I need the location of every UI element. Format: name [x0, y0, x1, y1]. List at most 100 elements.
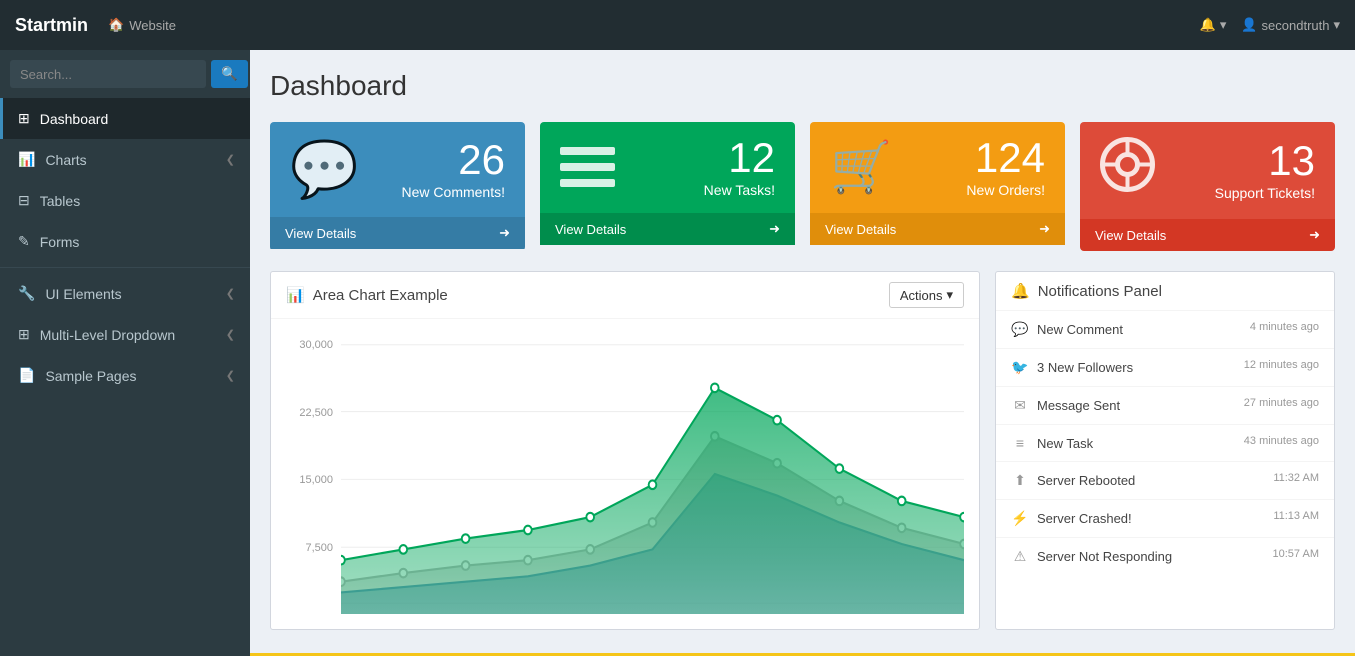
- card-top: 12 New Tasks!: [540, 122, 795, 213]
- notif-time: 27 minutes ago: [1244, 397, 1319, 409]
- orders-icon: 🛒: [830, 138, 892, 197]
- sidebar-item-label: Tables: [40, 193, 80, 209]
- view-details-label: View Details: [825, 222, 896, 237]
- tickets-icon: [1100, 137, 1155, 204]
- card-label: New Comments!: [402, 184, 505, 200]
- search-button[interactable]: 🔍: [211, 60, 248, 88]
- arrow-icon: ➜: [499, 225, 510, 241]
- actions-button[interactable]: Actions ▾: [889, 282, 964, 308]
- card-footer-comments[interactable]: View Details ➜: [270, 217, 525, 249]
- notif-text: Message Sent: [1037, 398, 1120, 413]
- card-label: Support Tickets!: [1215, 185, 1315, 201]
- card-top: 💬 26 New Comments!: [270, 122, 525, 217]
- notifications-bell-button[interactable]: 🔔 ▾: [1200, 17, 1227, 33]
- notif-item: ⚡ Server Crashed! 11:13 AM: [996, 500, 1334, 538]
- notifications-bell-icon: 🔔: [1011, 282, 1030, 300]
- topnav: Startmin 🏠 Website 🔔 ▾ 👤 secondtruth ▾: [0, 0, 1355, 50]
- notif-item: ⬆ Server Rebooted 11:32 AM: [996, 462, 1334, 500]
- comment-icon: 💬: [1011, 321, 1029, 338]
- chevron-icon: ❮: [226, 287, 235, 300]
- sidebar-item-label: UI Elements: [45, 286, 121, 302]
- sidebar-item-multilevel[interactable]: ⊞ Multi-Level Dropdown ❮: [0, 314, 250, 355]
- sidebar-item-label: Forms: [40, 234, 80, 250]
- notif-time: 10:57 AM: [1273, 548, 1319, 560]
- card-number: 124: [966, 137, 1045, 179]
- chevron-icon: ❮: [226, 328, 235, 341]
- stat-card-tasks: 12 New Tasks! View Details ➜: [540, 122, 795, 251]
- website-link[interactable]: 🏠 Website: [108, 17, 176, 33]
- notif-time: 4 minutes ago: [1250, 321, 1319, 333]
- sample-pages-icon: 📄: [18, 367, 35, 384]
- stat-card-comments: 💬 26 New Comments! View Details ➜: [270, 122, 525, 251]
- notif-text: Server Rebooted: [1037, 473, 1135, 488]
- view-details-label: View Details: [555, 222, 626, 237]
- sidebar-item-forms[interactable]: ✎ Forms: [0, 221, 250, 262]
- notif-item: ✉ Message Sent 27 minutes ago: [996, 387, 1334, 425]
- card-top: 🛒 124 New Orders!: [810, 122, 1065, 213]
- notifications-list: 💬 New Comment 4 minutes ago 🐦 3 New Foll…: [996, 311, 1334, 575]
- sidebar-item-charts[interactable]: 📊 Charts ❮: [0, 139, 250, 180]
- bell-icon: 🔔: [1200, 17, 1216, 33]
- chart-title: 📊 Area Chart Example: [286, 286, 448, 304]
- upload-icon: ⬆: [1011, 472, 1029, 489]
- warning-icon: ⚠: [1011, 548, 1029, 565]
- view-details-label: View Details: [1095, 228, 1166, 243]
- notif-item: ⚠ Server Not Responding 10:57 AM: [996, 538, 1334, 575]
- notifications-title: 🔔 Notifications Panel: [1011, 282, 1162, 300]
- sidebar-item-label: Dashboard: [40, 111, 109, 127]
- sidebar-item-dashboard[interactable]: ⊞ Dashboard: [0, 98, 250, 139]
- card-footer-orders[interactable]: View Details ➜: [810, 213, 1065, 245]
- page-title: Dashboard: [270, 70, 1335, 102]
- layout: 🔍 ⊞ Dashboard 📊 Charts ❮ ⊟ Tables ✎: [0, 50, 1355, 653]
- notif-time: 43 minutes ago: [1244, 435, 1319, 447]
- sidebar-divider: [0, 267, 250, 268]
- stat-cards: 💬 26 New Comments! View Details ➜: [270, 122, 1335, 251]
- card-info: 124 New Orders!: [966, 137, 1045, 198]
- sidebar-search: 🔍: [0, 50, 250, 98]
- bottom-section: 📊 Area Chart Example Actions ▾ 30,000 22…: [270, 271, 1335, 630]
- multilevel-icon: ⊞: [18, 326, 30, 343]
- card-footer-tasks[interactable]: View Details ➜: [540, 213, 795, 245]
- notif-text: New Comment: [1037, 322, 1123, 337]
- notif-time: 12 minutes ago: [1244, 359, 1319, 371]
- sidebar-item-label: Charts: [45, 152, 86, 168]
- main-content: Dashboard 💬 26 New Comments! View Detail…: [250, 50, 1355, 653]
- notif-item: 🐦 3 New Followers 12 minutes ago: [996, 349, 1334, 387]
- chart-yaxis: 30,000 22,500 15,000 7,500: [286, 334, 341, 614]
- sidebar-item-ui-elements[interactable]: 🔧 UI Elements ❮: [0, 273, 250, 314]
- tasks-icon: [560, 143, 615, 193]
- arrow-icon: ➜: [769, 221, 780, 237]
- chart-body: 30,000 22,500 15,000 7,500: [271, 319, 979, 629]
- notif-item: 💬 New Comment 4 minutes ago: [996, 311, 1334, 349]
- lightning-icon: ⚡: [1011, 510, 1029, 527]
- sidebar-item-label: Multi-Level Dropdown: [40, 327, 175, 343]
- envelope-icon: ✉: [1011, 397, 1029, 414]
- sidebar-item-sample-pages[interactable]: 📄 Sample Pages ❮: [0, 355, 250, 396]
- charts-icon: 📊: [18, 151, 35, 168]
- sidebar: 🔍 ⊞ Dashboard 📊 Charts ❮ ⊟ Tables ✎: [0, 50, 250, 656]
- user-menu-button[interactable]: 👤 secondtruth ▾: [1241, 17, 1340, 33]
- card-footer-tickets[interactable]: View Details ➜: [1080, 219, 1335, 251]
- stat-card-tickets: 13 Support Tickets! View Details ➜: [1080, 122, 1335, 251]
- chevron-icon: ❮: [226, 153, 235, 166]
- notif-text: Server Crashed!: [1037, 511, 1132, 526]
- chart-svg-area: [341, 334, 964, 614]
- chart-panel-header: 📊 Area Chart Example Actions ▾: [271, 272, 979, 319]
- notif-text: New Task: [1037, 436, 1093, 451]
- sidebar-item-label: Sample Pages: [45, 368, 136, 384]
- card-label: New Orders!: [966, 182, 1045, 198]
- user-dropdown-arrow: ▾: [1333, 17, 1340, 33]
- forms-icon: ✎: [18, 233, 30, 250]
- notif-text: Server Not Responding: [1037, 549, 1172, 564]
- view-details-label: View Details: [285, 226, 356, 241]
- notif-item: ≡ New Task 43 minutes ago: [996, 425, 1334, 462]
- arrow-icon: ➜: [1309, 227, 1320, 243]
- sidebar-item-tables[interactable]: ⊟ Tables: [0, 180, 250, 221]
- home-icon: 🏠: [108, 17, 124, 33]
- ui-elements-icon: 🔧: [18, 285, 35, 302]
- search-input[interactable]: [10, 60, 206, 88]
- card-info: 13 Support Tickets!: [1215, 140, 1315, 201]
- dropdown-arrow: ▾: [1220, 17, 1227, 33]
- card-number: 12: [704, 137, 775, 179]
- arrow-icon: ➜: [1039, 221, 1050, 237]
